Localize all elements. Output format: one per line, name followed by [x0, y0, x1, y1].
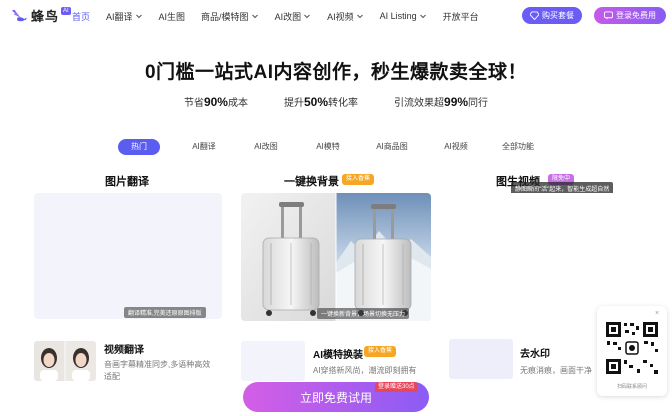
stat-prefix: 节省: [183, 98, 204, 109]
nav-item-label: AI翻译: [106, 11, 133, 22]
hero-title: 0门槛一站式AI内容创作，秒生爆款卖全球！: [144, 62, 528, 83]
portrait-thumbnails: [34, 341, 96, 381]
nav-item-label: AI Listing: [379, 11, 417, 21]
login-button[interactable]: 登录免费用: [594, 7, 666, 24]
model-swap-banana-tag: 接入香蕉: [364, 346, 397, 357]
qr-close-button[interactable]: ×: [652, 309, 662, 319]
diamond-icon: [530, 11, 539, 20]
nav-item-2[interactable]: AI生图: [159, 10, 186, 23]
chevron-down-icon: [135, 14, 142, 19]
suitcase-compare-image: [241, 193, 431, 321]
stat-value: 99%: [444, 95, 469, 109]
video-translate-desc: 音画字幕精准同步,多语种高效: [104, 360, 211, 369]
stat-suffix: 转化率: [328, 98, 359, 109]
banana-tag: 接入香蕉: [342, 174, 375, 185]
nav-item-3[interactable]: 商品/模特图: [201, 10, 259, 23]
stat-prefix: 提升: [283, 98, 304, 109]
qr-caption: 扫码联系顾问: [616, 384, 647, 390]
nav-item-1[interactable]: AI翻译: [106, 10, 143, 23]
tab-ai-translate[interactable]: AI翻译: [184, 139, 224, 155]
chevron-down-icon: [251, 14, 258, 19]
stat-suffix: 同行: [468, 98, 489, 109]
nav-item-4[interactable]: AI改图: [275, 10, 312, 23]
nav-item-label: 首页: [72, 11, 91, 22]
login-label: 登录免费用: [616, 11, 656, 20]
stat-cost: 节省90%成本: [184, 94, 248, 109]
watermark-desc: 无痕消痕，画面干净: [520, 366, 592, 375]
logo[interactable]: 蜂鸟 AI: [10, 6, 71, 25]
stats-row: 节省90%成本 提升50%转化率 引流效果超99%同行: [0, 94, 672, 109]
tab-ai-video[interactable]: AI视频: [436, 139, 476, 155]
nav-item-6[interactable]: AI Listing: [380, 11, 427, 21]
tab-all-features[interactable]: 全部功能: [496, 139, 540, 155]
nav-item-5[interactable]: AI视频: [327, 10, 364, 23]
background-swap-caption: 一键换新背景，场景切换无压力: [317, 308, 410, 319]
chat-icon: [604, 11, 613, 20]
card-title-image-translate: 图片翻译: [105, 176, 149, 188]
stat-prefix: 引流效果超: [394, 98, 445, 109]
nav-item-0[interactable]: 首页: [72, 10, 90, 23]
video-translate-desc-2: 适配: [104, 372, 120, 381]
logo-badge: AI: [61, 7, 71, 15]
image-translate-caption: 翻译精准,完美还原原图排版: [124, 307, 206, 318]
image-video-preview[interactable]: [448, 193, 638, 321]
tab-hot[interactable]: 热门: [118, 139, 160, 155]
watermark-title: 去水印: [520, 349, 550, 360]
tab-ai-product[interactable]: AI商品图: [370, 139, 414, 155]
top-navbar: 蜂鸟 AI 首页 AI翻译 AI生图 商品/模特图 AI改图 AI视频 AI Listing…: [0, 0, 672, 32]
video-translate-title: 视频翻译: [104, 345, 144, 356]
chevron-down-icon: [356, 14, 363, 19]
nav-item-7[interactable]: 开放平台: [443, 10, 479, 23]
stat-value: 90%: [203, 95, 228, 109]
main-nav: 首页 AI翻译 AI生图 商品/模特图 AI改图 AI视频 AI Listing 开放平台: [72, 0, 495, 32]
tab-ai-model[interactable]: AI模特: [308, 139, 348, 155]
nav-item-label: 商品/模特图: [201, 11, 249, 22]
model-swap-title: AI模特换装: [313, 350, 363, 361]
background-swap-preview[interactable]: 一键换新背景，场景切换无压力: [241, 193, 431, 321]
model-swap-desc: AI穿搭新风尚，潮流即刻拥有: [313, 366, 417, 375]
card-title-background-swap: 一键换背景: [284, 176, 339, 188]
video-translate-thumbnail[interactable]: [34, 341, 96, 381]
feature-tabs: 热门 AI翻译 AI改图 AI模特 AI商品图 AI视频 全部功能: [118, 139, 540, 155]
stat-traffic: 引流效果超99%同行: [394, 94, 488, 109]
nav-item-label: AI改图: [274, 11, 302, 22]
nav-item-label: 开放平台: [442, 11, 479, 22]
watermark-thumbnail[interactable]: [449, 339, 513, 379]
tab-ai-edit[interactable]: AI改图: [246, 139, 286, 155]
logo-text: 蜂鸟: [31, 9, 60, 24]
buy-package-label: 购买套餐: [542, 11, 574, 20]
buy-package-button[interactable]: 购买套餐: [522, 7, 582, 24]
stat-conversion: 提升50%转化率: [284, 94, 358, 109]
stat-suffix: 成本: [227, 98, 248, 109]
chevron-down-icon: [419, 14, 426, 19]
nav-item-label: AI生图: [158, 11, 186, 22]
chevron-down-icon: [304, 14, 310, 19]
login-bonus-badge: 登录赠送30点: [375, 382, 418, 392]
hummingbird-logo-icon: [11, 9, 28, 21]
nav-item-label: AI视频: [327, 11, 354, 22]
image-translate-preview[interactable]: 翻译精准,完美还原原图排版: [34, 193, 222, 319]
qr-code-icon: [604, 320, 660, 376]
model-swap-thumbnail[interactable]: [241, 341, 305, 381]
stat-value: 50%: [303, 95, 329, 109]
